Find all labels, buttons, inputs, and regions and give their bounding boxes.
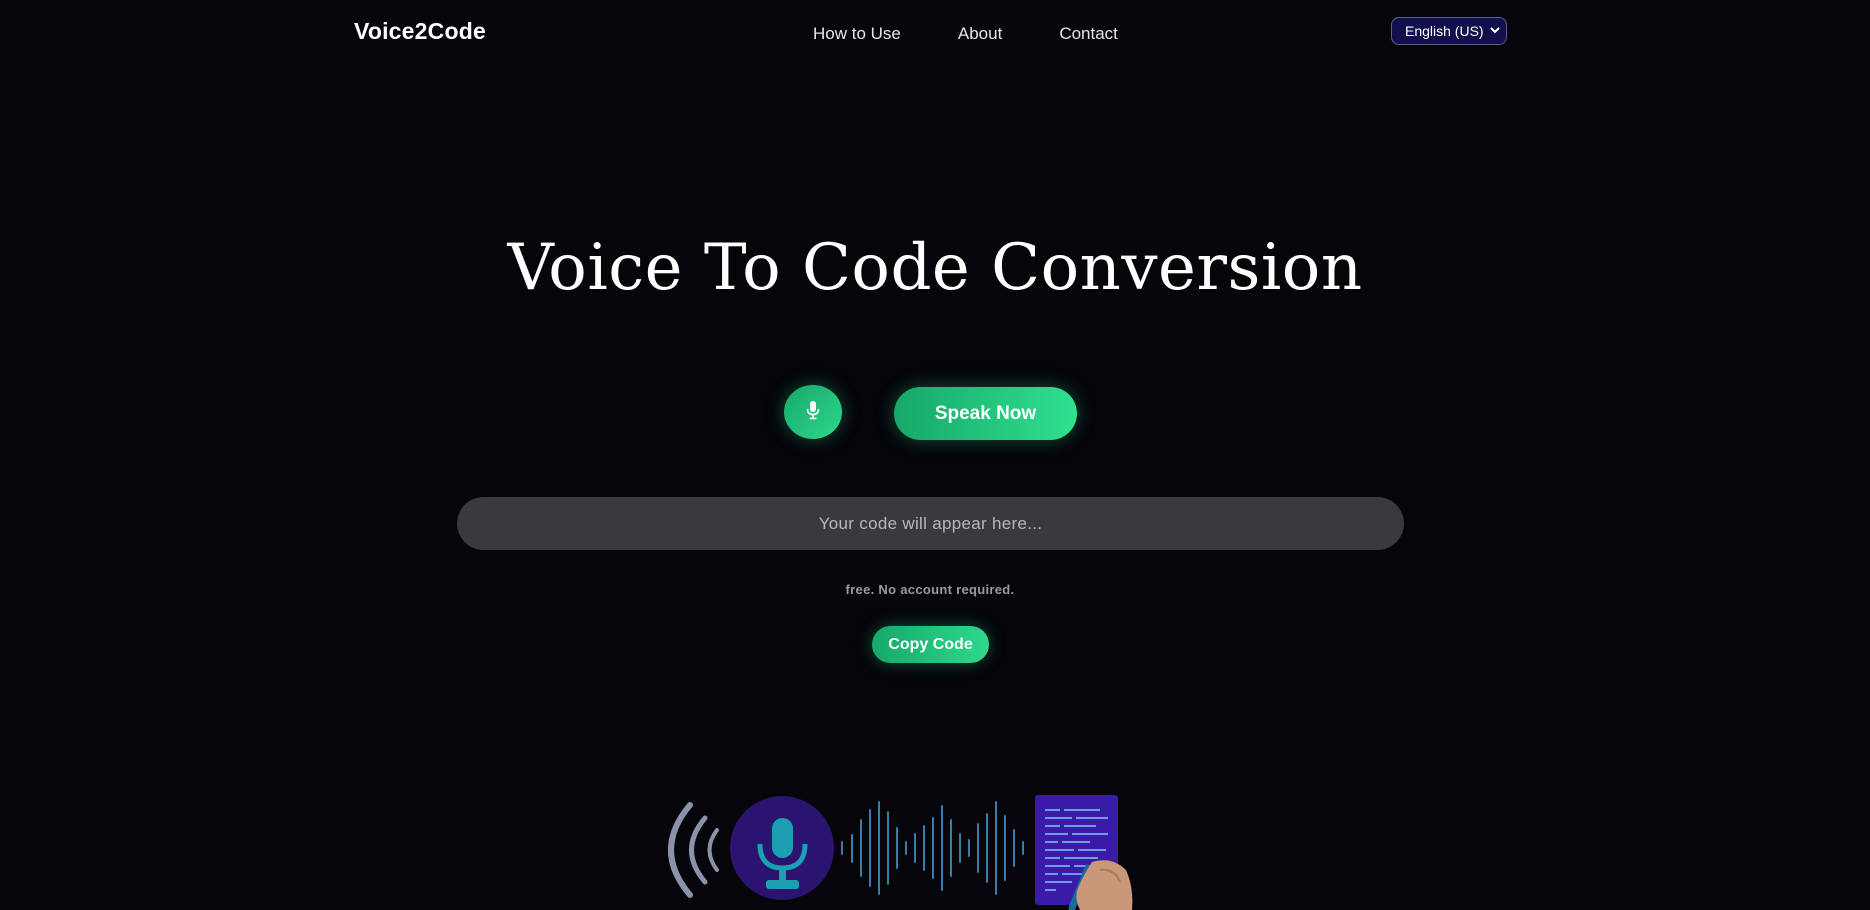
brand-logo[interactable]: Voice2Code (354, 18, 486, 45)
chevron-down-icon (1490, 26, 1500, 37)
waveform-icon (841, 801, 1024, 895)
nav-how-to-use[interactable]: How to Use (813, 24, 901, 44)
speak-now-button[interactable]: Speak Now (894, 387, 1077, 440)
language-select-value: English (US) (1405, 23, 1484, 39)
sound-waves-icon (668, 802, 719, 898)
main-nav: How to Use About Contact (813, 24, 1118, 44)
voice-to-code-illustration (668, 795, 1133, 910)
copy-code-button[interactable]: Copy Code (872, 626, 989, 663)
page: Voice2Code How to Use About Contact Engl… (0, 0, 1870, 910)
microphone-icon (730, 796, 834, 900)
code-output-field[interactable]: Your code will appear here... (457, 497, 1404, 550)
info-note: free. No account required. (845, 582, 1015, 597)
nav-contact[interactable]: Contact (1059, 24, 1118, 44)
microphone-icon (806, 400, 820, 425)
page-title: Voice To Code Conversion (507, 231, 1363, 305)
microphone-button[interactable] (784, 385, 842, 439)
language-select[interactable]: English (US) (1391, 17, 1507, 45)
nav-about[interactable]: About (958, 24, 1002, 44)
